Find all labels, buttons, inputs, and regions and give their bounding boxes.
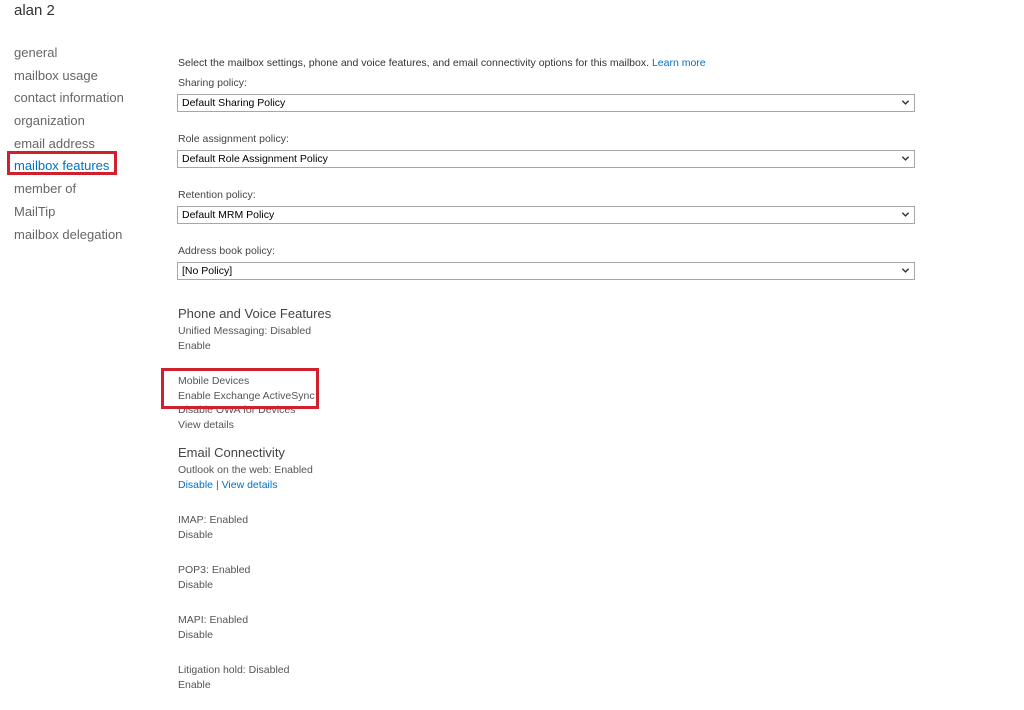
highlight-box-nav xyxy=(7,151,117,175)
nav-item-member-of[interactable]: member of xyxy=(14,178,154,201)
page-title: alan 2 xyxy=(14,2,55,19)
sidebar-nav: general mailbox usage contact informatio… xyxy=(14,42,154,246)
chevron-down-icon xyxy=(901,156,910,161)
nav-item-contact-information[interactable]: contact information xyxy=(14,87,154,110)
address-book-policy-label: Address book policy: xyxy=(178,245,275,257)
nav-item-mailbox-usage[interactable]: mailbox usage xyxy=(14,65,154,88)
mapi-disable-link[interactable]: Disable xyxy=(178,629,213,641)
address-book-policy-value: [No Policy] xyxy=(182,265,233,277)
intro-text: Select the mailbox settings, phone and v… xyxy=(178,57,706,69)
retention-policy-value: Default MRM Policy xyxy=(182,209,275,221)
retention-policy-label: Retention policy: xyxy=(178,189,256,201)
litigation-hold-enable-link[interactable]: Enable xyxy=(178,679,211,691)
email-connectivity-section-title: Email Connectivity xyxy=(178,445,285,460)
role-assignment-policy-select[interactable]: Default Role Assignment Policy xyxy=(177,150,915,168)
imap-status: IMAP: Enabled xyxy=(178,514,249,526)
highlight-box-mobile xyxy=(161,368,319,409)
nav-item-general[interactable]: general xyxy=(14,42,154,65)
owa-view-details-link[interactable]: View details xyxy=(222,479,278,491)
sharing-policy-label: Sharing policy: xyxy=(178,77,247,89)
sharing-policy-select[interactable]: Default Sharing Policy xyxy=(177,94,915,112)
owa-actions: Disable | View details xyxy=(178,479,277,491)
nav-item-mailtip[interactable]: MailTip xyxy=(14,201,154,224)
nav-item-mailbox-delegation[interactable]: mailbox delegation xyxy=(14,224,154,247)
learn-more-link[interactable]: Learn more xyxy=(652,57,706,69)
mobile-view-details-link[interactable]: View details xyxy=(178,419,234,431)
nav-item-organization[interactable]: organization xyxy=(14,110,154,133)
sharing-policy-value: Default Sharing Policy xyxy=(182,97,286,109)
owa-actions-separator: | xyxy=(215,479,219,491)
owa-disable-link[interactable]: Disable xyxy=(178,479,213,491)
intro-description: Select the mailbox settings, phone and v… xyxy=(178,57,650,69)
imap-disable-link[interactable]: Disable xyxy=(178,529,213,541)
retention-policy-select[interactable]: Default MRM Policy xyxy=(177,206,915,224)
role-assignment-policy-label: Role assignment policy: xyxy=(178,133,289,145)
chevron-down-icon xyxy=(901,100,910,105)
role-assignment-policy-value: Default Role Assignment Policy xyxy=(182,153,328,165)
chevron-down-icon xyxy=(901,268,910,273)
owa-status: Outlook on the web: Enabled xyxy=(178,464,313,476)
pop3-disable-link[interactable]: Disable xyxy=(178,579,213,591)
phone-voice-section-title: Phone and Voice Features xyxy=(178,306,332,321)
mapi-status: MAPI: Enabled xyxy=(178,614,249,626)
unified-messaging-status: Unified Messaging: Disabled xyxy=(178,325,312,337)
address-book-policy-select[interactable]: [No Policy] xyxy=(177,262,915,280)
chevron-down-icon xyxy=(901,212,910,217)
unified-messaging-enable-link[interactable]: Enable xyxy=(178,340,211,352)
pop3-status: POP3: Enabled xyxy=(178,564,251,576)
litigation-hold-status: Litigation hold: Disabled xyxy=(178,664,290,676)
